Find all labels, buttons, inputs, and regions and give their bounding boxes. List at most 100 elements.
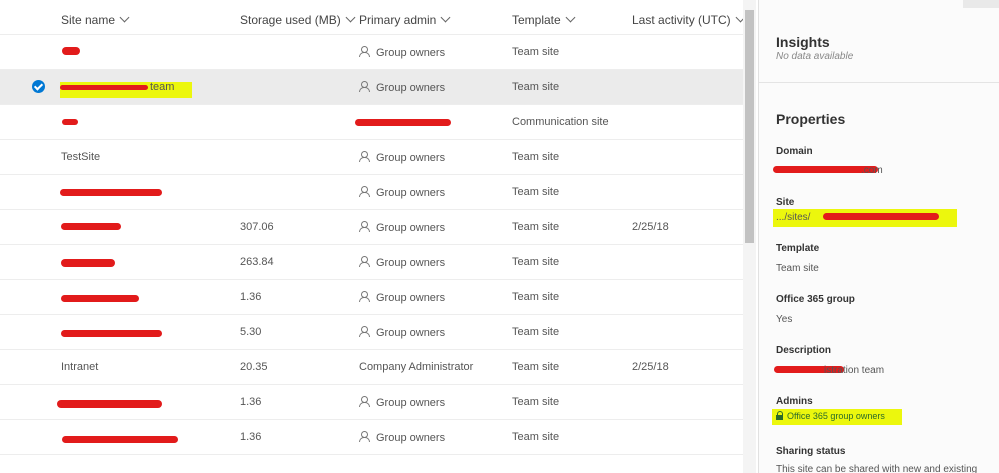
primary-admin: Group owners [359,186,445,199]
domain-label: Domain [776,146,813,157]
column-storage[interactable]: Storage used (MB) [240,12,356,27]
redaction-mark [61,295,139,302]
admins-label: Admins [776,396,813,407]
checkmark-circle-icon[interactable] [32,80,45,93]
column-primary-admin[interactable]: Primary admin [359,12,451,27]
person-icon [359,256,370,267]
column-template[interactable]: Template [512,12,576,27]
person-icon [359,396,370,407]
table-row[interactable]: 263.84 Group owners Team site [0,244,743,280]
redaction-mark [355,119,451,126]
site-name[interactable]: TestSite [61,151,100,163]
window-corner [963,0,999,8]
details-panel: Insights No data available Properties Do… [759,0,999,473]
table-row[interactable]: Group owners Team site [0,34,743,70]
office365-group-value: Yes [776,314,793,325]
person-icon [359,326,370,337]
person-icon [359,431,370,442]
redaction-mark [61,330,162,337]
template-label: Template [776,243,820,254]
site-label: Site [776,197,795,208]
primary-admin: Group owners [359,46,445,59]
template-value: Team site [512,256,560,268]
template-value: Team site [512,431,560,443]
redaction-mark [823,213,939,220]
redaction-mark [60,189,162,196]
domain-value: .com [861,165,883,176]
template-value: Team site [512,46,560,58]
site-name[interactable]: Intranet [61,361,98,373]
last-activity: 2/25/18 [632,361,669,373]
insights-empty-text: No data available [776,51,854,62]
insights-title: Insights [776,34,830,50]
table-row[interactable]: 1.36 Group owners Team site [0,384,743,420]
sharing-status-value: This site can be shared with new and exi… [776,464,978,473]
table-row[interactable]: 5.30 Group owners Team site [0,314,743,350]
redaction-mark [61,259,115,267]
table-row[interactable]: 1.36 Group owners Team site [0,279,743,315]
chevron-down-icon [119,12,130,23]
chevron-down-icon [565,12,576,23]
template-value: Team site [512,81,560,93]
person-icon [359,151,370,162]
column-site-name[interactable]: Site name [61,12,130,27]
redaction-mark [57,400,162,408]
primary-admin: Company Administrator [359,361,474,373]
table-row[interactable]: Intranet 20.35 Company Administrator Tea… [0,349,743,385]
person-icon [359,186,370,197]
person-icon [359,291,370,302]
table-row-selected[interactable]: team Group owners Team site [0,69,743,105]
primary-admin: Group owners [359,221,445,234]
template-value: Team site [512,151,560,163]
table-row[interactable]: TestSite Group owners Team site [0,139,743,175]
primary-admin: Group owners [359,431,445,444]
storage-value: 5.30 [240,326,262,338]
redaction-mark [62,436,178,443]
template-value: Team site [512,326,560,338]
redaction-mark [60,85,148,90]
table-row[interactable] [0,454,743,473]
scrollbar-thumb[interactable] [745,10,754,243]
last-activity: 2/25/18 [632,221,669,233]
person-icon [359,221,370,232]
redaction-mark [61,223,121,230]
site-url[interactable]: .../sites/ [776,212,810,223]
chevron-down-icon [440,12,451,23]
panel-separator [759,82,999,83]
person-icon [359,46,370,57]
template-value: Team site [776,263,819,274]
table-row[interactable]: Group owners Team site [0,174,743,210]
primary-admin: Group owners [359,291,445,304]
redaction-mark [62,119,78,125]
description-value: istration team [824,365,885,376]
storage-value: 20.35 [240,361,268,373]
chevron-down-icon [345,12,356,23]
template-value: Team site [512,361,560,373]
redaction-mark [62,47,80,55]
storage-value: 263.84 [240,256,274,268]
template-value: Team site [512,221,560,233]
primary-admin: Group owners [359,326,445,339]
site-name[interactable]: team [150,81,174,93]
table-row[interactable]: 1.36 Group owners Team site [0,419,743,455]
template-value: Team site [512,291,560,303]
admins-link[interactable]: Office 365 group owners [776,411,885,421]
storage-value: 1.36 [240,291,262,303]
chevron-down-icon [735,12,743,23]
table-row[interactable]: Communication site [0,104,743,140]
template-value: Team site [512,186,560,198]
primary-admin: Group owners [359,396,445,409]
sharing-status-label: Sharing status [776,446,846,457]
column-last-activity[interactable]: Last activity (UTC) [632,12,743,27]
storage-value: 1.36 [240,396,262,408]
template-value: Communication site [512,116,609,128]
primary-admin: Group owners [359,256,445,269]
office365-group-label: Office 365 group [776,294,855,305]
table-row[interactable]: 307.06 Group owners Team site 2/25/18 [0,209,743,245]
description-label: Description [776,345,832,356]
template-value: Team site [512,396,560,408]
column-header-row: Site name Storage used (MB) Primary admi… [0,0,743,36]
person-icon [359,81,370,92]
properties-title: Properties [776,111,846,127]
storage-value: 307.06 [240,221,274,233]
